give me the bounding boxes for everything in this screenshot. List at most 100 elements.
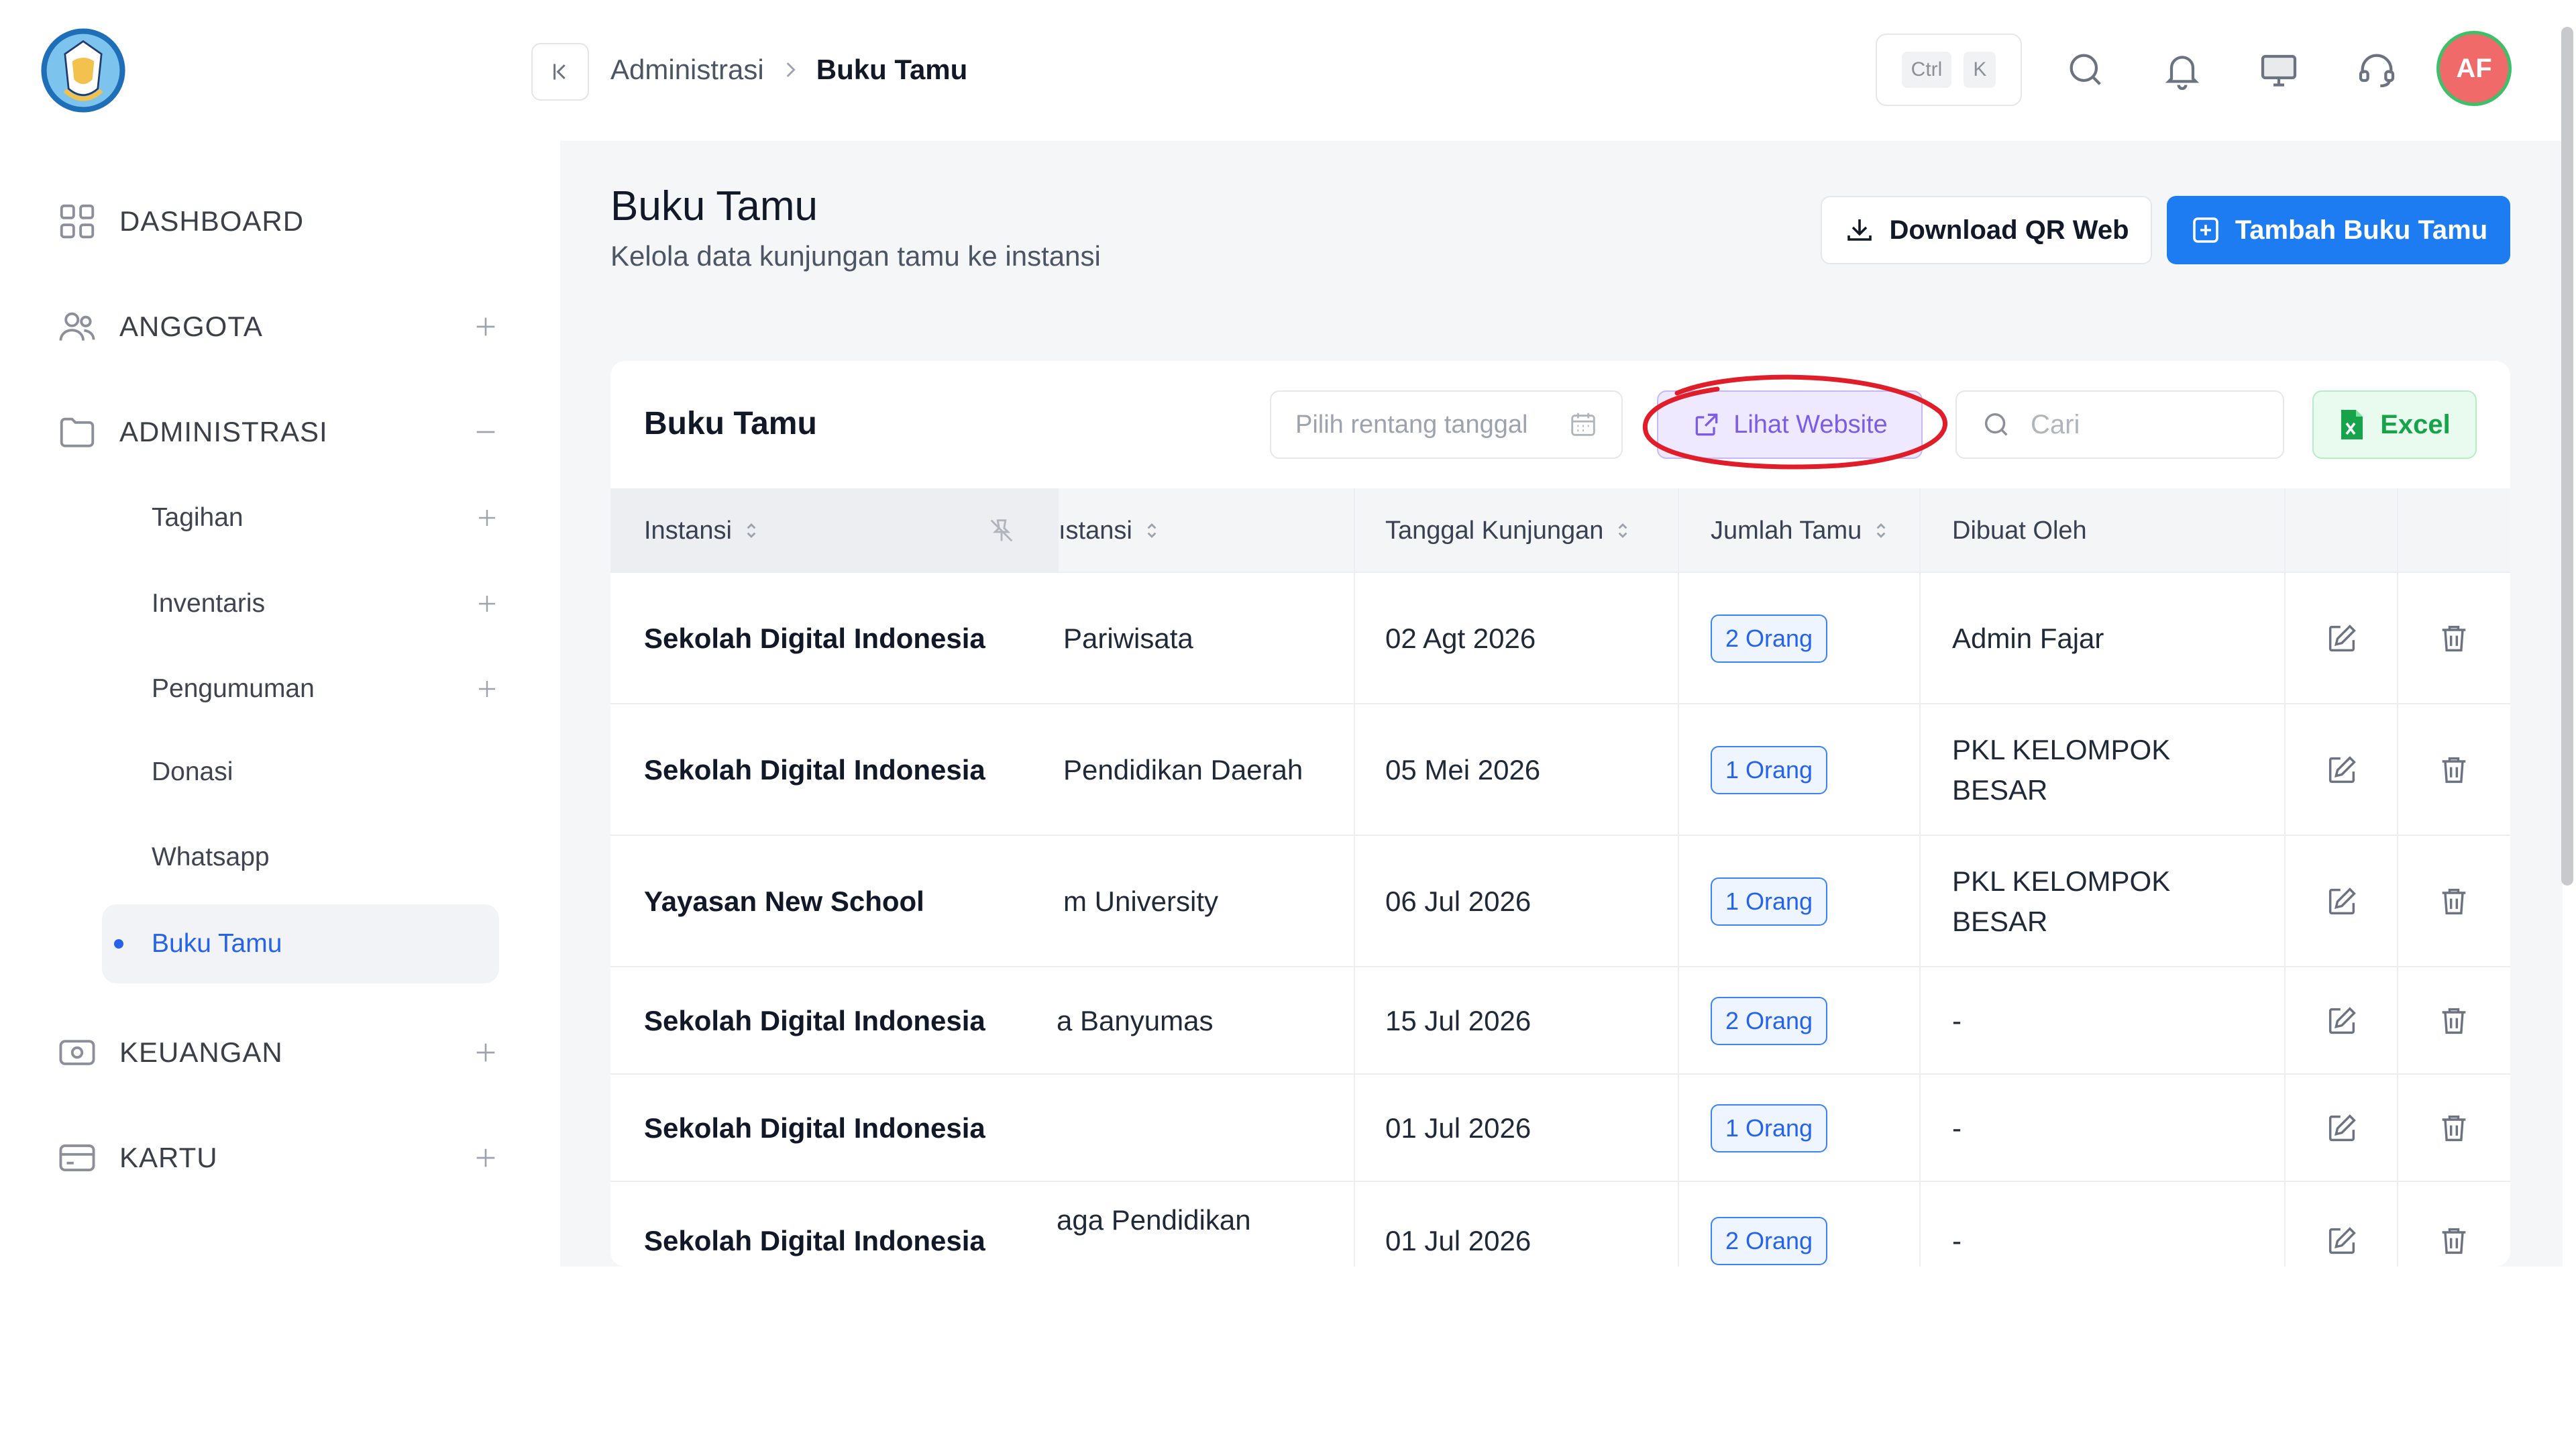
trash-icon[interactable] (2436, 621, 2471, 656)
sub-label: Whatsapp (152, 843, 270, 871)
jumlah-badge: 2 Orang (1711, 614, 1828, 663)
sub-pengumuman[interactable]: Pengumuman (102, 652, 499, 726)
nav-label: KEUANGAN (119, 1036, 283, 1068)
column-label: Tanggal Kunjungan (1385, 516, 1604, 545)
monitor-icon[interactable] (2257, 48, 2300, 91)
cell-tanggal: 05 Mei 2026 (1385, 754, 1541, 786)
edit-icon[interactable] (2324, 1004, 2359, 1038)
sub-tagihan[interactable]: Tagihan (102, 481, 499, 555)
command-palette-shortcut[interactable]: Ctrl K (1876, 34, 2022, 106)
cell-dibuat-oleh: Admin Fajar (1952, 623, 2104, 654)
trash-icon[interactable] (2436, 1004, 2471, 1038)
edit-icon[interactable] (2324, 621, 2359, 656)
cell-tujuan: Pariwisata (1063, 623, 1193, 654)
trash-icon[interactable] (2436, 753, 2471, 788)
add-buku-tamu-label: Tambah Buku Tamu (2235, 215, 2488, 245)
sort-icon (1147, 523, 1157, 539)
cell-dibuat-oleh: PKL KELOMPOK BESAR (1952, 865, 2171, 937)
cell-tanggal: 15 Jul 2026 (1385, 1005, 1532, 1036)
vertical-scrollbar[interactable] (2561, 27, 2573, 885)
plus-icon[interactable] (475, 677, 499, 701)
nav-dashboard[interactable]: DASHBOARD (56, 188, 499, 255)
add-buku-tamu-button[interactable]: Tambah Buku Tamu (2167, 196, 2510, 264)
minus-icon[interactable] (472, 419, 499, 445)
cell-dibuat-oleh: PKL KELOMPOK BESAR (1952, 734, 2171, 806)
column-label: Dibuat Oleh (1952, 516, 2087, 545)
sub-buku-tamu[interactable]: Buku Tamu (102, 904, 499, 983)
sub-label: Pengumuman (152, 674, 315, 703)
table-header: ıstansi Instansi Tanggal Kunjungan Jumla… (610, 488, 2510, 573)
plus-icon[interactable] (472, 1039, 499, 1066)
column-header-jumlah[interactable]: Jumlah Tamu (1711, 488, 1891, 573)
breadcrumb: Administrasi Buku Tamu (610, 50, 967, 90)
table-row: Yayasan New School m University 06 Jul 2… (610, 836, 2510, 967)
unpin-icon[interactable] (986, 515, 1017, 546)
download-icon (1847, 219, 1872, 241)
nav-kartu[interactable]: KARTU (56, 1124, 499, 1191)
blank-area (0, 1267, 2576, 1449)
cell-tujuan: m University (1063, 885, 1219, 917)
page-title: Buku Tamu (610, 183, 818, 229)
plus-icon[interactable] (472, 313, 499, 340)
sub-label: Donasi (152, 757, 233, 786)
breadcrumb-current: Buku Tamu (816, 54, 968, 85)
table-row: Sekolah Digital Indonesia 01 Jul 2026 1 … (610, 1075, 2510, 1182)
collapse-sidebar-button[interactable] (531, 43, 589, 101)
avatar[interactable]: AF (2436, 31, 2512, 106)
sub-donasi[interactable]: Donasi (102, 735, 499, 809)
folder-icon (60, 417, 95, 447)
cell-tanggal: 02 Agt 2026 (1385, 623, 1536, 654)
plus-icon[interactable] (472, 1144, 499, 1171)
kbd-key: K (1964, 52, 1996, 88)
column-header-instansi[interactable]: Instansi (644, 488, 761, 573)
edit-icon[interactable] (2324, 1111, 2359, 1146)
column-header-tanggal[interactable]: Tanggal Kunjungan (1385, 488, 1633, 573)
search-icon[interactable] (2064, 48, 2107, 91)
plus-icon[interactable] (475, 506, 499, 530)
column-label: Instansi (644, 516, 732, 545)
sub-inventaris[interactable]: Inventaris (102, 567, 499, 641)
table-row: Sekolah Digital Indonesia aga Pendidikan… (610, 1182, 2510, 1267)
kbd-key: Ctrl (1901, 52, 1952, 88)
trash-icon[interactable] (2436, 1224, 2471, 1258)
excel-file-icon (2341, 410, 2363, 439)
nav-anggota[interactable]: ANGGOTA (56, 293, 499, 360)
card-icon (59, 1144, 95, 1172)
nav-administrasi[interactable]: ADMINISTRASI (56, 398, 499, 466)
nav-keuangan[interactable]: KEUANGAN (56, 1019, 499, 1086)
cell-tujuan: Pendidikan Daerah (1063, 754, 1303, 786)
search-placeholder: Cari (2031, 409, 2080, 439)
headset-icon[interactable] (2355, 48, 2398, 91)
edit-icon[interactable] (2324, 1224, 2359, 1258)
excel-export-button[interactable]: Excel (2312, 390, 2477, 459)
lihat-website-button[interactable]: Lihat Website (1657, 390, 1923, 459)
edit-icon[interactable] (2324, 753, 2359, 788)
jumlah-badge: 1 Orang (1711, 1104, 1828, 1152)
tut-wuri-handayani-logo[interactable] (38, 25, 129, 116)
date-range-picker[interactable]: Pilih rentang tanggal (1270, 390, 1623, 459)
sort-icon (747, 523, 756, 539)
cell-tanggal: 01 Jul 2026 (1385, 1225, 1532, 1256)
bell-icon[interactable] (2161, 48, 2204, 91)
cell-dibuat-oleh: - (1952, 1112, 1962, 1144)
edit-icon[interactable] (2324, 884, 2359, 919)
active-dot (114, 939, 123, 949)
column-header-dibuat-oleh[interactable]: Dibuat Oleh (1952, 488, 2087, 573)
download-qr-button[interactable]: Download QR Web (1821, 196, 2152, 264)
breadcrumb-item[interactable]: Administrasi (610, 54, 764, 86)
plus-square-icon (2193, 217, 2218, 243)
sort-icon (1876, 523, 1886, 539)
search-icon (1984, 413, 2008, 436)
table-row: Sekolah Digital Indonesia a Banyumas 15 … (610, 967, 2510, 1075)
cell-tujuan: aga Pendidikan (1057, 1204, 1251, 1236)
sort-icon (1618, 523, 1627, 539)
search-input[interactable]: Cari (1955, 390, 2284, 459)
external-link-icon (1695, 413, 1718, 436)
plus-icon[interactable] (475, 592, 499, 616)
sub-whatsapp[interactable]: Whatsapp (102, 820, 499, 894)
trash-icon[interactable] (2436, 884, 2471, 919)
sticky-column-header: Instansi (610, 488, 1059, 573)
column-header-tujuan[interactable]: ıstansi (1059, 488, 1162, 573)
buku-tamu-card: Buku Tamu Pilih rentang tanggal Lihat We… (610, 361, 2510, 1267)
trash-icon[interactable] (2436, 1111, 2471, 1146)
